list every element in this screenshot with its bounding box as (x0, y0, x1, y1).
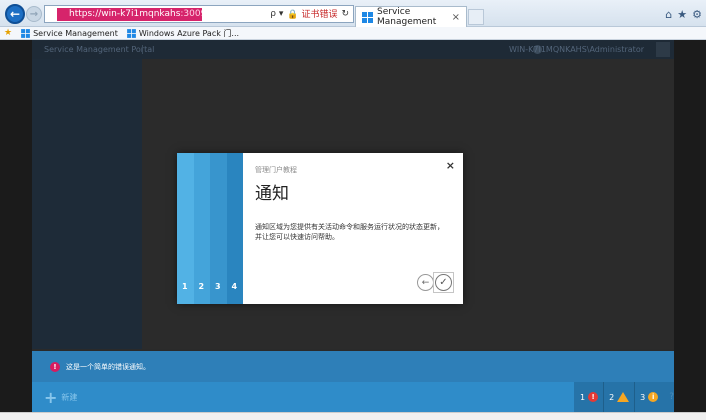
status-counters[interactable]: 1 ! 2 3 i ? (574, 382, 674, 412)
dialog-subtitle: 管理门户教程 (255, 166, 297, 174)
back-button[interactable]: ← (5, 4, 25, 24)
address-bar[interactable]: https://win-k7i1mqnkahs:30091/ ρ ▾ 🔒 证书错… (44, 5, 354, 23)
search-icon[interactable]: ρ ▾ (270, 9, 283, 19)
dialog-title: 通知 (255, 184, 289, 204)
refresh-icon[interactable]: ↻ (341, 9, 349, 19)
info-icon: i (648, 392, 659, 402)
taskbar (0, 412, 706, 420)
avatar[interactable] (656, 42, 670, 57)
step-indicator: 1 2 3 4 (177, 153, 243, 304)
counter-divider (634, 382, 636, 412)
url-text[interactable]: https://win-k7i1mqnkahs:30091/ (57, 8, 202, 21)
portal-header: Service Management Portal WIN-K7I1MQNKAH… (32, 40, 674, 59)
help-icon[interactable]: ? (669, 392, 674, 402)
browser-icons: ⌂ ★ ⚙ (665, 8, 702, 21)
url-port: :30091/ (180, 9, 202, 19)
favorites-icon[interactable]: ★ (4, 28, 12, 38)
windows-logo-icon (126, 28, 136, 38)
arrow-right-icon: → (29, 8, 39, 20)
favorite-windows-azure-pack[interactable]: Windows Azure Pack 门... (126, 28, 239, 39)
close-icon[interactable]: × (446, 159, 455, 172)
new-tab-button[interactable] (468, 9, 484, 25)
favorites-star-icon[interactable]: ★ (677, 8, 687, 21)
error-count: 1 (580, 392, 586, 402)
lock-warning-icon: 🔒 (287, 10, 299, 20)
tab-title: Service Management (377, 7, 437, 27)
plus-icon: + (44, 388, 58, 407)
gear-icon[interactable]: ⚙ (692, 8, 702, 21)
url-host: https://win-k7i1mqnkahs (69, 9, 181, 19)
favorite-label: Service Management (33, 28, 118, 38)
dialog-body: 管理门户教程 通知 通知区域为您提供有关活动命令和服务运行状况的状态更新，并让您… (255, 165, 450, 242)
step-2[interactable]: 2 (193, 153, 210, 304)
tutorial-dialog: 1 2 3 4 管理门户教程 通知 通知区域为您提供有关活动命令和服务运行状况的… (177, 153, 463, 304)
tab-close-button[interactable]: × (452, 12, 460, 23)
counter-divider (603, 382, 605, 412)
notification-bar[interactable]: ! 这是一个简单的错误通知。 (32, 351, 674, 382)
favorite-label: Windows Azure Pack 门... (138, 28, 240, 38)
warning-count: 2 (609, 392, 615, 402)
notification-text: 这是一个简单的错误通知。 (66, 362, 150, 371)
favorite-service-management[interactable]: Service Management (20, 28, 118, 39)
new-label: 新建 (61, 393, 78, 402)
windows-logo-icon (362, 11, 373, 23)
error-icon: ! (588, 392, 599, 402)
step-4[interactable]: 4 (226, 153, 243, 304)
certificate-error-label: 证书错误 (301, 10, 338, 20)
browser-toolbar: ← → https://win-k7i1mqnkahs:30091/ ρ ▾ 🔒… (0, 0, 706, 27)
step-number: 2 (198, 282, 205, 291)
user-name[interactable]: WIN-K7I1MQNKAHS\Administrator (509, 40, 644, 59)
certificate-error-badge[interactable]: 🔒 证书错误 (287, 7, 337, 20)
tab-service-management[interactable]: Service Management × (355, 6, 467, 27)
header-divider (142, 45, 143, 54)
portal-brand[interactable]: Service Management Portal (44, 40, 154, 59)
arrow-left-icon: ← (9, 7, 21, 21)
new-button[interactable]: + 新建 (44, 388, 77, 407)
ok-button[interactable]: ✓ (435, 274, 452, 291)
favorites-bar: ★ Service Management Windows Azure Pack … (0, 27, 706, 40)
info-count: 3 (640, 392, 646, 402)
dialog-description: 通知区域为您提供有关活动命令和服务运行状况的状态更新，并让您可以快速访问帮助。 (255, 223, 444, 241)
step-number: 4 (231, 282, 238, 291)
command-bar: + 新建 1 ! 2 3 i ? (32, 382, 674, 412)
step-1[interactable]: 1 (177, 153, 194, 304)
home-icon[interactable]: ⌂ (665, 8, 672, 21)
step-number: 3 (215, 282, 221, 291)
warning-icon (617, 392, 630, 402)
error-icon: ! (50, 361, 60, 372)
previous-button[interactable]: ← (417, 274, 434, 291)
address-actions: ρ ▾ 🔒 证书错误 ↻ (270, 7, 349, 21)
windows-logo-icon (21, 28, 30, 38)
left-navigation (32, 59, 142, 349)
step-number: 1 (182, 282, 188, 291)
arrow-left-icon: ← (421, 277, 430, 288)
checkmark-icon: ✓ (439, 277, 448, 288)
browser-chrome: ← → https://win-k7i1mqnkahs:30091/ ρ ▾ 🔒… (0, 0, 706, 40)
step-3[interactable]: 3 (210, 153, 227, 304)
forward-button[interactable]: → (26, 6, 42, 22)
